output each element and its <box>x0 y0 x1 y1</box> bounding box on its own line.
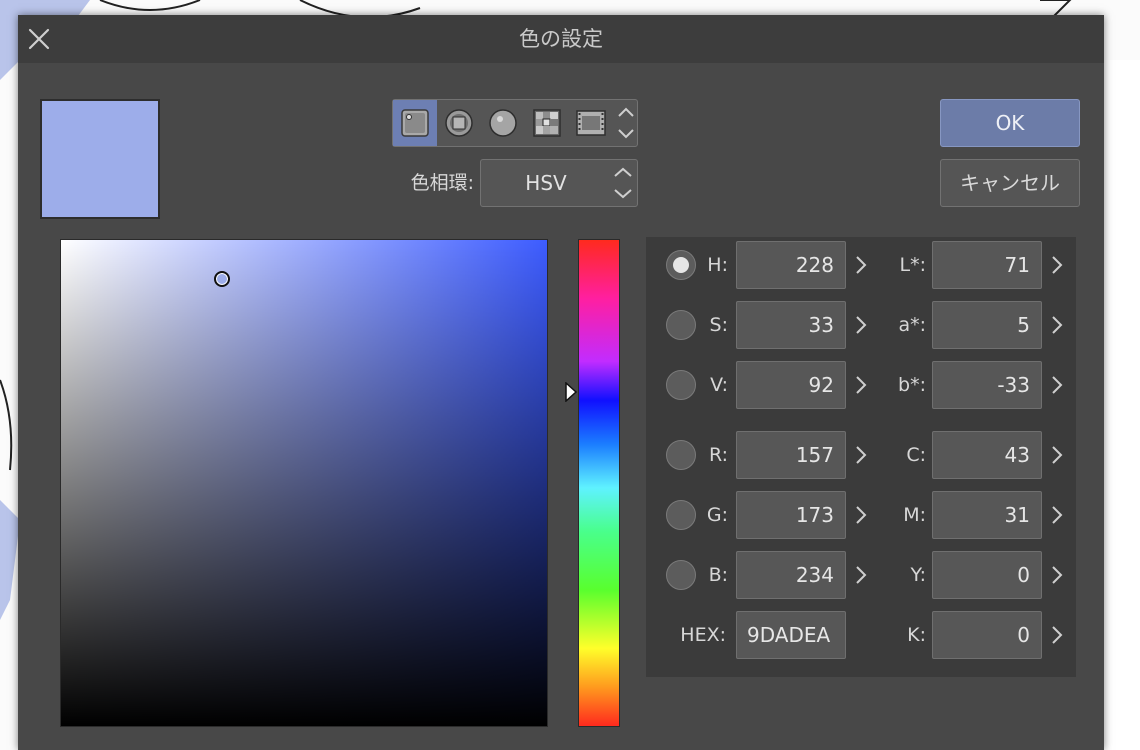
dialog-title: 色の設定 <box>519 27 603 51</box>
label-r: R: <box>708 444 728 466</box>
increment-h-button[interactable] <box>852 241 872 289</box>
increment-v-button[interactable] <box>852 361 872 409</box>
label-m-star: M: <box>903 504 926 526</box>
picker-mode-toolbar <box>392 99 638 147</box>
color-ring-icon <box>489 109 517 137</box>
field-g[interactable]: 173 <box>736 491 846 539</box>
chevron-right-icon <box>1052 566 1063 584</box>
increment-y-value-button[interactable] <box>1048 551 1068 599</box>
triangle-pointer-icon <box>565 381 578 403</box>
increment-l-value-button[interactable] <box>1048 241 1068 289</box>
hue-slider[interactable] <box>578 239 620 727</box>
hue-slider-pointer[interactable] <box>564 381 578 403</box>
title-bar: 色の設定 <box>18 15 1104 63</box>
film-strip-icon <box>576 110 606 136</box>
label-c-star: C: <box>906 444 926 466</box>
chevron-right-icon <box>856 506 867 524</box>
chevron-right-icon <box>1052 256 1063 274</box>
hue-ring-value: HSV <box>525 171 567 195</box>
sv-black-layer <box>61 240 547 726</box>
field-h[interactable]: 228 <box>736 241 846 289</box>
hue-ring-select[interactable]: HSV <box>480 159 638 207</box>
label-s: S: <box>709 314 728 336</box>
field-v[interactable]: 92 <box>736 361 846 409</box>
label-v: V: <box>710 374 728 396</box>
mode-ring-button[interactable] <box>481 100 525 146</box>
label-a-star: a*: <box>898 314 926 336</box>
field-b-value[interactable]: -33 <box>932 361 1042 409</box>
increment-b-button[interactable] <box>852 551 872 599</box>
chevron-right-icon <box>856 446 867 464</box>
hue-ring-label: 色相環: <box>410 172 474 194</box>
field-a-value[interactable]: 5 <box>932 301 1042 349</box>
field-b[interactable]: 234 <box>736 551 846 599</box>
label-b: B: <box>708 564 728 586</box>
chevron-right-icon <box>1052 626 1063 644</box>
chevron-right-icon <box>856 566 867 584</box>
field-hex[interactable]: 9DADEA <box>736 611 846 659</box>
color-values-panel: H: 228 S: 33 V: 92 R: 157 G: 173 B: 234 HEX: 9DADEA L*… <box>646 237 1076 677</box>
increment-c-value-button[interactable] <box>1048 431 1068 479</box>
dialog-body: 色相環: HSV OK キャンセル H: 228 S: 33 V: 92 R: 157 G: 17… <box>18 63 1104 750</box>
increment-s-button[interactable] <box>852 301 872 349</box>
sv-cursor[interactable] <box>214 271 231 288</box>
chevron-up-down-icon <box>618 107 634 139</box>
label-h: H: <box>707 254 728 276</box>
color-grid-icon <box>533 109 561 137</box>
mode-square-button[interactable] <box>393 100 437 146</box>
field-y-value[interactable]: 0 <box>932 551 1042 599</box>
label-g: G: <box>706 504 728 526</box>
increment-g-button[interactable] <box>852 491 872 539</box>
mode-scroll-button[interactable] <box>615 104 637 142</box>
close-button[interactable] <box>26 26 52 52</box>
color-square-icon <box>401 109 429 137</box>
increment-m-value-button[interactable] <box>1048 491 1068 539</box>
label-hex: HEX: <box>680 624 726 646</box>
field-r[interactable]: 157 <box>736 431 846 479</box>
field-m-value[interactable]: 31 <box>932 491 1042 539</box>
saturation-value-square[interactable] <box>60 239 548 727</box>
mode-triangle-button[interactable] <box>437 100 481 146</box>
current-color-swatch <box>40 99 160 219</box>
chevron-right-icon <box>856 376 867 394</box>
chevron-up-down-icon <box>614 167 632 199</box>
increment-a-value-button[interactable] <box>1048 301 1068 349</box>
label-b-star: b*: <box>898 374 926 396</box>
label-k-star: K: <box>907 624 926 646</box>
increment-b-value-button[interactable] <box>1048 361 1068 409</box>
label-l-star: L*: <box>899 254 927 276</box>
field-c-value[interactable]: 43 <box>932 431 1042 479</box>
mode-film-button[interactable] <box>569 100 613 146</box>
chevron-right-icon <box>856 256 867 274</box>
mode-grid-button[interactable] <box>525 100 569 146</box>
label-y-star: Y: <box>910 564 926 586</box>
increment-k-value-button[interactable] <box>1048 611 1068 659</box>
color-triangle-icon <box>445 109 473 137</box>
cancel-button[interactable]: キャンセル <box>940 159 1080 207</box>
color-settings-dialog: 色の設定 色相環: HSV OK キャンセル H: 228 S: 33 V: 9… <box>18 15 1104 750</box>
chevron-right-icon <box>1052 316 1063 334</box>
increment-r-button[interactable] <box>852 431 872 479</box>
chevron-right-icon <box>1052 446 1063 464</box>
field-k-value[interactable]: 0 <box>932 611 1042 659</box>
close-icon <box>28 28 50 50</box>
chevron-right-icon <box>856 316 867 334</box>
ok-button[interactable]: OK <box>940 99 1080 147</box>
chevron-right-icon <box>1052 376 1063 394</box>
chevron-right-icon <box>1052 506 1063 524</box>
field-s[interactable]: 33 <box>736 301 846 349</box>
field-l-value[interactable]: 71 <box>932 241 1042 289</box>
